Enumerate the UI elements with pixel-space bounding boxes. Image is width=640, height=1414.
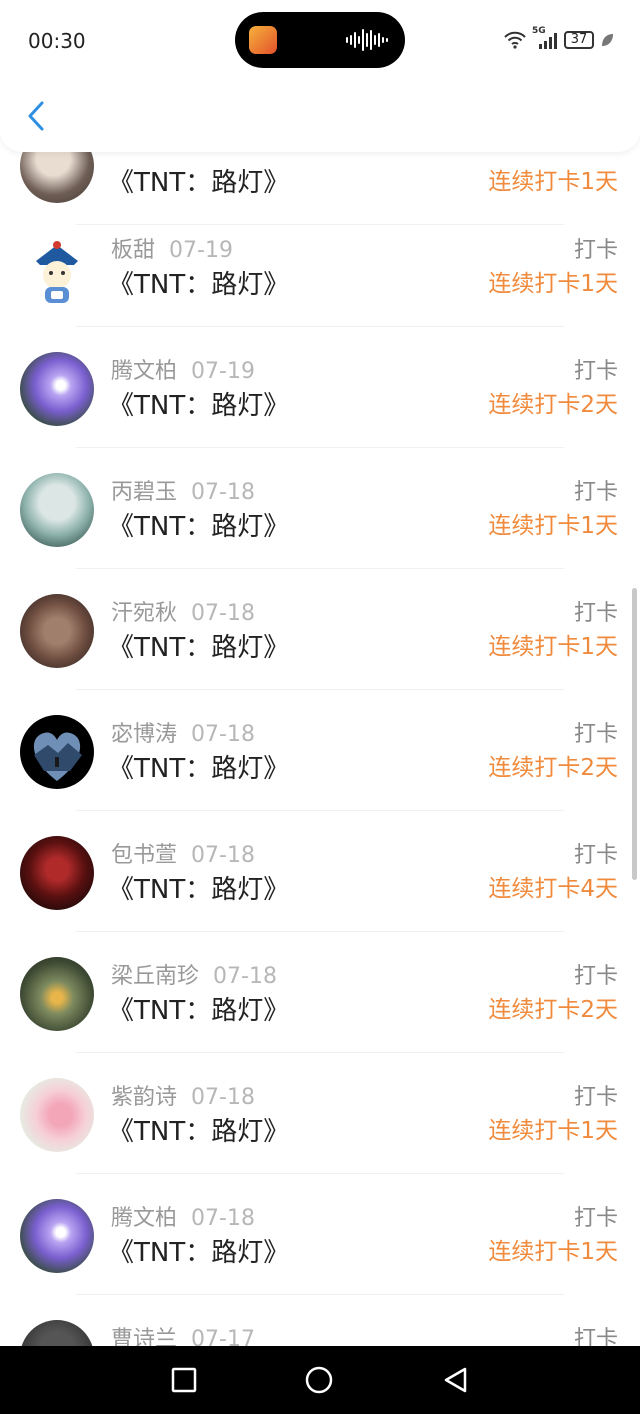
checkin-label: 打卡 — [573, 480, 618, 505]
checkin-date: 07-19 — [191, 359, 255, 384]
status-icons: 5G 37 — [504, 26, 614, 52]
book-title: 《TNT：路灯》 — [108, 875, 290, 905]
leaf-icon — [602, 34, 613, 46]
user-info-line: 紫韵诗 07-18 — [111, 1079, 255, 1111]
circle-icon[interactable] — [304, 1365, 334, 1395]
checkin-label: 打卡 — [573, 964, 618, 989]
list-item[interactable]: 汗宛秋 07-18 《TNT：路灯》 打卡 连续打卡1天 — [0, 569, 640, 690]
book-title: 《TNT：路灯》 — [108, 754, 290, 784]
list-item[interactable]: 腾文柏 07-19 《TNT：路灯》 打卡 连续打卡2天 — [0, 327, 640, 448]
page-header — [0, 82, 640, 152]
streak-text: 连续打卡1天 — [488, 1118, 618, 1144]
user-info-line: 板甜 07-19 — [111, 232, 233, 264]
streak-text: 连续打卡1天 — [488, 513, 618, 539]
list-item[interactable]: 梁丘南珍 07-18 《TNT：路灯》 打卡 连续打卡2天 — [0, 932, 640, 1053]
streak-text: 连续打卡1天 — [488, 634, 618, 660]
checkin-date: 07-18 — [191, 480, 255, 505]
streak-text: 连续打卡4天 — [488, 876, 618, 902]
list-item[interactable]: 包书萱 07-18 《TNT：路灯》 打卡 连续打卡4天 — [0, 811, 640, 932]
checkin-list[interactable]: 《TNT：路灯》 连续打卡1天 板甜 07-19 《TNT：路灯》 打卡 连续打… — [0, 0, 640, 1346]
dynamic-island[interactable] — [235, 12, 405, 68]
user-name[interactable]: 紫韵诗 — [111, 1085, 177, 1110]
checkin-label: 打卡 — [573, 359, 618, 384]
system-nav-bar — [0, 1346, 640, 1414]
list-item[interactable]: 宓博涛 07-18 《TNT：路灯》 打卡 连续打卡2天 — [0, 690, 640, 811]
battery-level: 37 — [564, 31, 594, 49]
list-item[interactable]: 紫韵诗 07-18 《TNT：路灯》 打卡 连续打卡1天 — [0, 1053, 640, 1174]
user-name[interactable]: 腾文柏 — [111, 359, 177, 384]
avatar[interactable] — [20, 1199, 94, 1273]
avatar[interactable] — [20, 1320, 94, 1346]
checkin-label: 打卡 — [573, 1085, 618, 1110]
user-info-line: 梁丘南珍 07-18 — [111, 958, 277, 990]
streak-text: 连续打卡2天 — [488, 392, 618, 418]
avatar[interactable] — [20, 231, 94, 305]
user-name[interactable]: 包书萱 — [111, 843, 177, 868]
checkin-label: 打卡 — [573, 601, 618, 626]
wifi-icon — [504, 31, 526, 49]
user-info-line: 宓博涛 07-18 — [111, 716, 255, 748]
avatar[interactable] — [20, 715, 94, 789]
list-item[interactable]: 曹诗兰 07-17 打卡 — [0, 1295, 640, 1346]
list-item[interactable]: 丙碧玉 07-18 《TNT：路灯》 打卡 连续打卡1天 — [0, 448, 640, 569]
book-title: 《TNT：路灯》 — [108, 391, 290, 421]
user-name[interactable]: 板甜 — [111, 238, 155, 263]
square-icon[interactable] — [169, 1365, 199, 1395]
checkin-label: 打卡 — [573, 1206, 618, 1231]
book-title: 《TNT：路灯》 — [108, 1238, 290, 1268]
checkin-date: 07-18 — [191, 843, 255, 868]
checkin-label: 打卡 — [573, 238, 618, 263]
user-info-line: 腾文柏 07-18 — [111, 1200, 255, 1232]
checkin-date: 07-17 — [191, 1327, 255, 1346]
scrollbar[interactable] — [632, 588, 637, 880]
checkin-date: 07-18 — [191, 601, 255, 626]
user-name[interactable]: 曹诗兰 — [111, 1327, 177, 1346]
avatar[interactable] — [20, 1078, 94, 1152]
book-title: 《TNT：路灯》 — [108, 996, 290, 1026]
chevron-left-icon[interactable] — [18, 98, 54, 134]
user-name[interactable]: 宓博涛 — [111, 722, 177, 747]
status-time: 00:30 — [28, 29, 86, 53]
user-name[interactable]: 汗宛秋 — [111, 601, 177, 626]
streak-text: 连续打卡2天 — [488, 755, 618, 781]
checkin-date: 07-19 — [169, 238, 233, 263]
user-name[interactable]: 腾文柏 — [111, 1206, 177, 1231]
avatar[interactable] — [20, 473, 94, 547]
avatar[interactable] — [20, 594, 94, 668]
status-bar: 00:30 5G 37 — [0, 0, 640, 82]
app-screen: 《TNT：路灯》 连续打卡1天 板甜 07-19 《TNT：路灯》 打卡 连续打… — [0, 0, 640, 1414]
app-icon — [249, 26, 277, 54]
audio-wave-icon — [346, 29, 388, 51]
avatar[interactable] — [20, 836, 94, 910]
cellular-signal-icon: 5G — [532, 26, 558, 50]
user-info-line: 丙碧玉 07-18 — [111, 474, 255, 506]
streak-text: 连续打卡2天 — [488, 997, 618, 1023]
streak-text: 连续打卡1天 — [488, 271, 618, 297]
streak-text: 连续打卡1天 — [488, 169, 618, 195]
book-title: 《TNT：路灯》 — [108, 168, 290, 198]
user-name[interactable]: 梁丘南珍 — [111, 964, 199, 989]
checkin-date: 07-18 — [213, 964, 277, 989]
list-item[interactable]: 板甜 07-19 《TNT：路灯》 打卡 连续打卡1天 — [0, 206, 640, 327]
user-name[interactable]: 丙碧玉 — [111, 480, 177, 505]
checkin-label: 打卡 — [573, 843, 618, 868]
avatar[interactable] — [20, 957, 94, 1031]
user-info-line: 包书萱 07-18 — [111, 837, 255, 869]
checkin-label: 打卡 — [573, 1327, 618, 1346]
checkin-date: 07-18 — [191, 1206, 255, 1231]
book-title: 《TNT：路灯》 — [108, 270, 290, 300]
triangle-back-icon[interactable] — [441, 1365, 471, 1395]
user-info-line: 曹诗兰 07-17 — [111, 1321, 255, 1346]
avatar[interactable] — [20, 352, 94, 426]
book-title: 《TNT：路灯》 — [108, 1117, 290, 1147]
checkin-date: 07-18 — [191, 722, 255, 747]
list-item[interactable]: 腾文柏 07-18 《TNT：路灯》 打卡 连续打卡1天 — [0, 1174, 640, 1295]
book-title: 《TNT：路灯》 — [108, 633, 290, 663]
user-info-line: 腾文柏 07-19 — [111, 353, 255, 385]
book-title: 《TNT：路灯》 — [108, 512, 290, 542]
streak-text: 连续打卡1天 — [488, 1239, 618, 1265]
checkin-label: 打卡 — [573, 722, 618, 747]
user-info-line: 汗宛秋 07-18 — [111, 595, 255, 627]
checkin-date: 07-18 — [191, 1085, 255, 1110]
